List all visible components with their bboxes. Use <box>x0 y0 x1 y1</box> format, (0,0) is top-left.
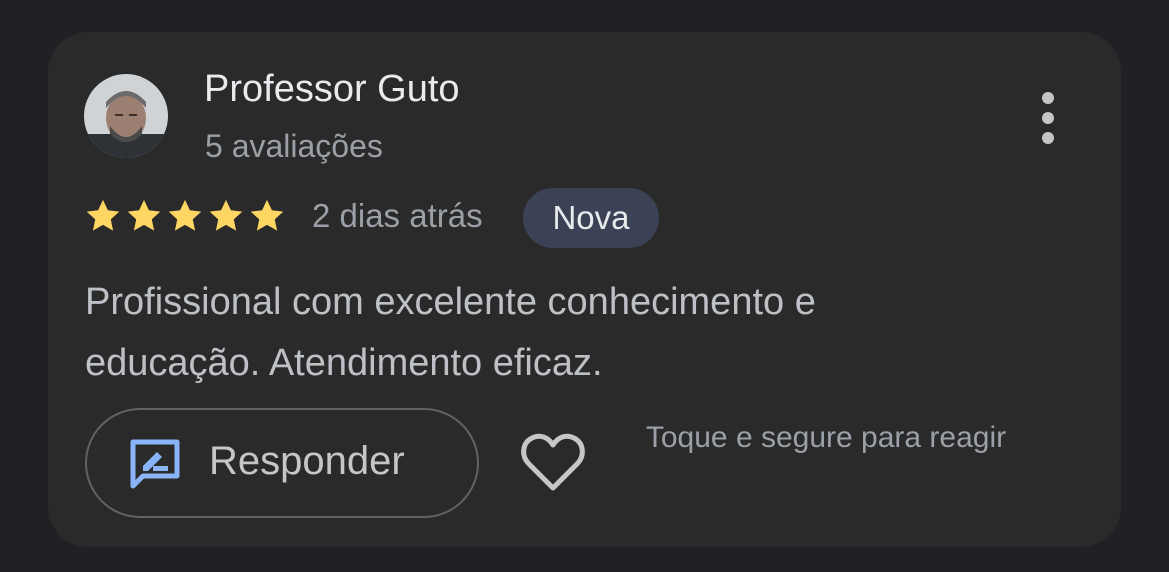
new-badge: Nova <box>523 188 659 248</box>
more-options-button[interactable] <box>1033 88 1063 148</box>
star-rating <box>84 197 286 235</box>
reply-button[interactable]: Responder <box>85 408 479 518</box>
star-icon <box>127 199 161 231</box>
author-review-count: 5 avaliações <box>205 128 383 164</box>
rate-review-icon <box>130 439 180 489</box>
more-vert-dot <box>1042 112 1054 124</box>
star-icon <box>209 199 243 231</box>
review-text: Profissional com excelente conhecimento … <box>85 281 816 384</box>
star-icon <box>168 199 202 231</box>
reply-button-label: Responder <box>209 439 405 483</box>
react-hint: Toque e segure para reagir <box>645 421 1007 454</box>
star-icon <box>250 199 284 231</box>
star-icon <box>86 199 120 231</box>
more-vert-icon <box>1042 92 1054 104</box>
author-name[interactable]: Professor Guto <box>204 68 460 111</box>
review-date: 2 dias atrás <box>312 197 483 234</box>
more-vert-dot <box>1042 132 1054 144</box>
avatar[interactable] <box>84 74 168 158</box>
avatar-image <box>84 74 168 158</box>
review-card: Professor Guto 5 avaliações 2 dias atrás… <box>48 32 1121 547</box>
heart-icon[interactable] <box>520 432 586 494</box>
